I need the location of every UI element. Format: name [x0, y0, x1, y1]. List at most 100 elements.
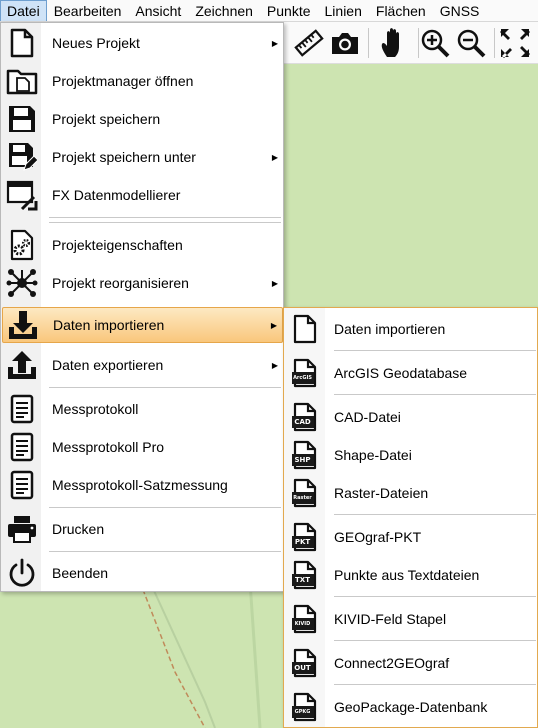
reorganize-icon [2, 265, 42, 301]
data-modeler-icon [2, 177, 42, 213]
submenu-arrow-icon: ▶ [271, 152, 279, 162]
out-file-icon: OUT [284, 644, 325, 682]
menu-separator [49, 507, 281, 508]
shp-file-icon: SHP [284, 436, 325, 474]
submenu-item-geopackage[interactable]: GPKG GeoPackage-Datenbank [284, 688, 537, 726]
project-manager-icon [2, 63, 42, 99]
menu-separator [334, 350, 536, 351]
submenu-item-pkt[interactable]: PKT GEOgraf-PKT [284, 518, 537, 556]
submenu-item-label: CAD-Datei [334, 409, 401, 425]
menu-item-label: Messprotokoll Pro [52, 439, 165, 455]
submenu-item-label: Connect2GEOgraf [334, 655, 450, 671]
save-icon [2, 101, 42, 137]
toolbar [282, 22, 538, 64]
menu-item-label: Projekteigenschaften [52, 237, 183, 253]
file-menu: Neues Projekt ▶ Projektmanager öffnen Pr… [0, 22, 284, 592]
menu-item-export[interactable]: Daten exportieren ▶ [2, 347, 283, 383]
camera-icon[interactable] [328, 26, 362, 60]
menu-separator [49, 551, 281, 552]
menu-item-protocol-pro[interactable]: Messprotokoll Pro [2, 429, 283, 465]
menu-item-project-properties[interactable]: Projekteigenschaften [2, 227, 283, 263]
menu-item-label: Projekt reorganisieren [52, 275, 189, 291]
submenu-item-kivid[interactable]: KIVID KIVID-Feld Stapel [284, 600, 537, 638]
menu-linien[interactable]: Linien [318, 0, 369, 21]
arcgis-file-icon: ArcGIS [284, 354, 325, 392]
submenu-item-label: GEOgraf-PKT [334, 529, 422, 545]
gpkg-file-icon: GPKG [284, 688, 325, 726]
menu-punkte[interactable]: Punkte [260, 0, 318, 21]
menu-item-label: Projektmanager öffnen [52, 73, 194, 89]
menu-separator [49, 222, 281, 223]
submenu-item-label: GeoPackage-Datenbank [334, 699, 488, 715]
menu-item-label: Projekt speichern [52, 111, 161, 127]
protocol-icon [2, 391, 42, 427]
menu-item-label: Drucken [52, 521, 105, 537]
menu-item-exit[interactable]: Beenden [2, 555, 283, 591]
submenu-item-cad[interactable]: CAD CAD-Datei [284, 398, 537, 436]
submenu-arrow-icon: ▶ [271, 38, 279, 48]
menu-zeichnen[interactable]: Zeichnen [188, 0, 260, 21]
menu-separator [334, 640, 536, 641]
zoom-fit-icon[interactable] [498, 26, 532, 60]
menu-item-label: Neues Projekt [52, 35, 140, 51]
raster-file-icon: Raster [284, 474, 325, 512]
menu-bearbeiten[interactable]: Bearbeiten [47, 0, 129, 21]
zoom-in-icon[interactable] [418, 26, 452, 60]
submenu-item-label: Daten importieren [334, 321, 446, 337]
document-icon [284, 310, 325, 348]
submenu-item-arcgis[interactable]: ArcGIS ArcGIS Geodatabase [284, 354, 537, 392]
menu-separator [334, 684, 536, 685]
menu-item-save-as[interactable]: Projekt speichern unter ▶ [2, 139, 283, 175]
txt-file-icon: TXT [284, 556, 325, 594]
menu-datei[interactable]: Datei [0, 0, 47, 21]
import-submenu: Daten importieren ArcGIS ArcGIS Geodatab… [283, 307, 538, 728]
power-icon [2, 555, 42, 591]
zoom-out-icon[interactable] [454, 26, 488, 60]
menu-item-new-project[interactable]: Neues Projekt ▶ [2, 25, 283, 61]
protocol-pro-icon [2, 429, 42, 465]
menu-item-label: Beenden [52, 565, 109, 581]
submenu-item-label: ArcGIS Geodatabase [334, 365, 468, 381]
menu-item-label: Messprotokoll-Satzmessung [52, 477, 228, 493]
submenu-item-label: Shape-Datei [334, 447, 412, 463]
submenu-item-label: KIVID-Feld Stapel [334, 611, 447, 627]
submenu-item-import-data[interactable]: Daten importieren [284, 310, 537, 348]
pkt-file-icon: PKT [284, 518, 325, 556]
menu-bar: Datei Bearbeiten Ansicht Zeichnen Punkte… [0, 0, 538, 22]
hand-icon[interactable] [376, 26, 410, 60]
menu-item-label: Messprotokoll [52, 401, 139, 417]
menu-item-label: FX Datenmodellierer [52, 187, 181, 203]
menu-item-protocol-set[interactable]: Messprotokoll-Satzmessung [2, 467, 283, 503]
menu-separator [49, 217, 281, 218]
kivid-file-icon: KIVID [284, 600, 325, 638]
menu-separator [49, 387, 281, 388]
menu-ansicht[interactable]: Ansicht [128, 0, 188, 21]
submenu-arrow-icon: ▶ [270, 320, 278, 330]
menu-separator [334, 514, 536, 515]
menu-item-project-manager[interactable]: Projektmanager öffnen [2, 63, 283, 99]
menu-item-protocol[interactable]: Messprotokoll [2, 391, 283, 427]
submenu-item-label: Punkte aus Textdateien [334, 567, 480, 583]
import-icon [3, 307, 43, 343]
menu-item-print[interactable]: Drucken [2, 511, 283, 547]
export-icon [2, 347, 42, 383]
menu-flaechen[interactable]: Flächen [369, 0, 433, 21]
save-as-icon [2, 139, 42, 175]
menu-item-reorganize[interactable]: Projekt reorganisieren ▶ [2, 265, 283, 301]
menu-gnss[interactable]: GNSS [433, 0, 487, 21]
menu-item-save[interactable]: Projekt speichern [2, 101, 283, 137]
menu-separator [334, 394, 536, 395]
submenu-arrow-icon: ▶ [271, 360, 279, 370]
menu-item-label: Projekt speichern unter [52, 149, 196, 165]
menu-item-data-modeler[interactable]: FX Datenmodellierer [2, 177, 283, 213]
submenu-item-connect2geograf[interactable]: OUT Connect2GEOgraf [284, 644, 537, 682]
submenu-item-shape[interactable]: SHP Shape-Datei [284, 436, 537, 474]
submenu-item-text-points[interactable]: TXT Punkte aus Textdateien [284, 556, 537, 594]
cad-file-icon: CAD [284, 398, 325, 436]
submenu-item-raster[interactable]: Raster Raster-Dateien [284, 474, 537, 512]
menu-item-import[interactable]: Daten importieren ▶ [2, 307, 283, 343]
menu-item-label: Daten importieren [53, 317, 165, 333]
ruler-icon[interactable] [292, 26, 326, 60]
submenu-item-label: Raster-Dateien [334, 485, 429, 501]
printer-icon [2, 511, 42, 547]
